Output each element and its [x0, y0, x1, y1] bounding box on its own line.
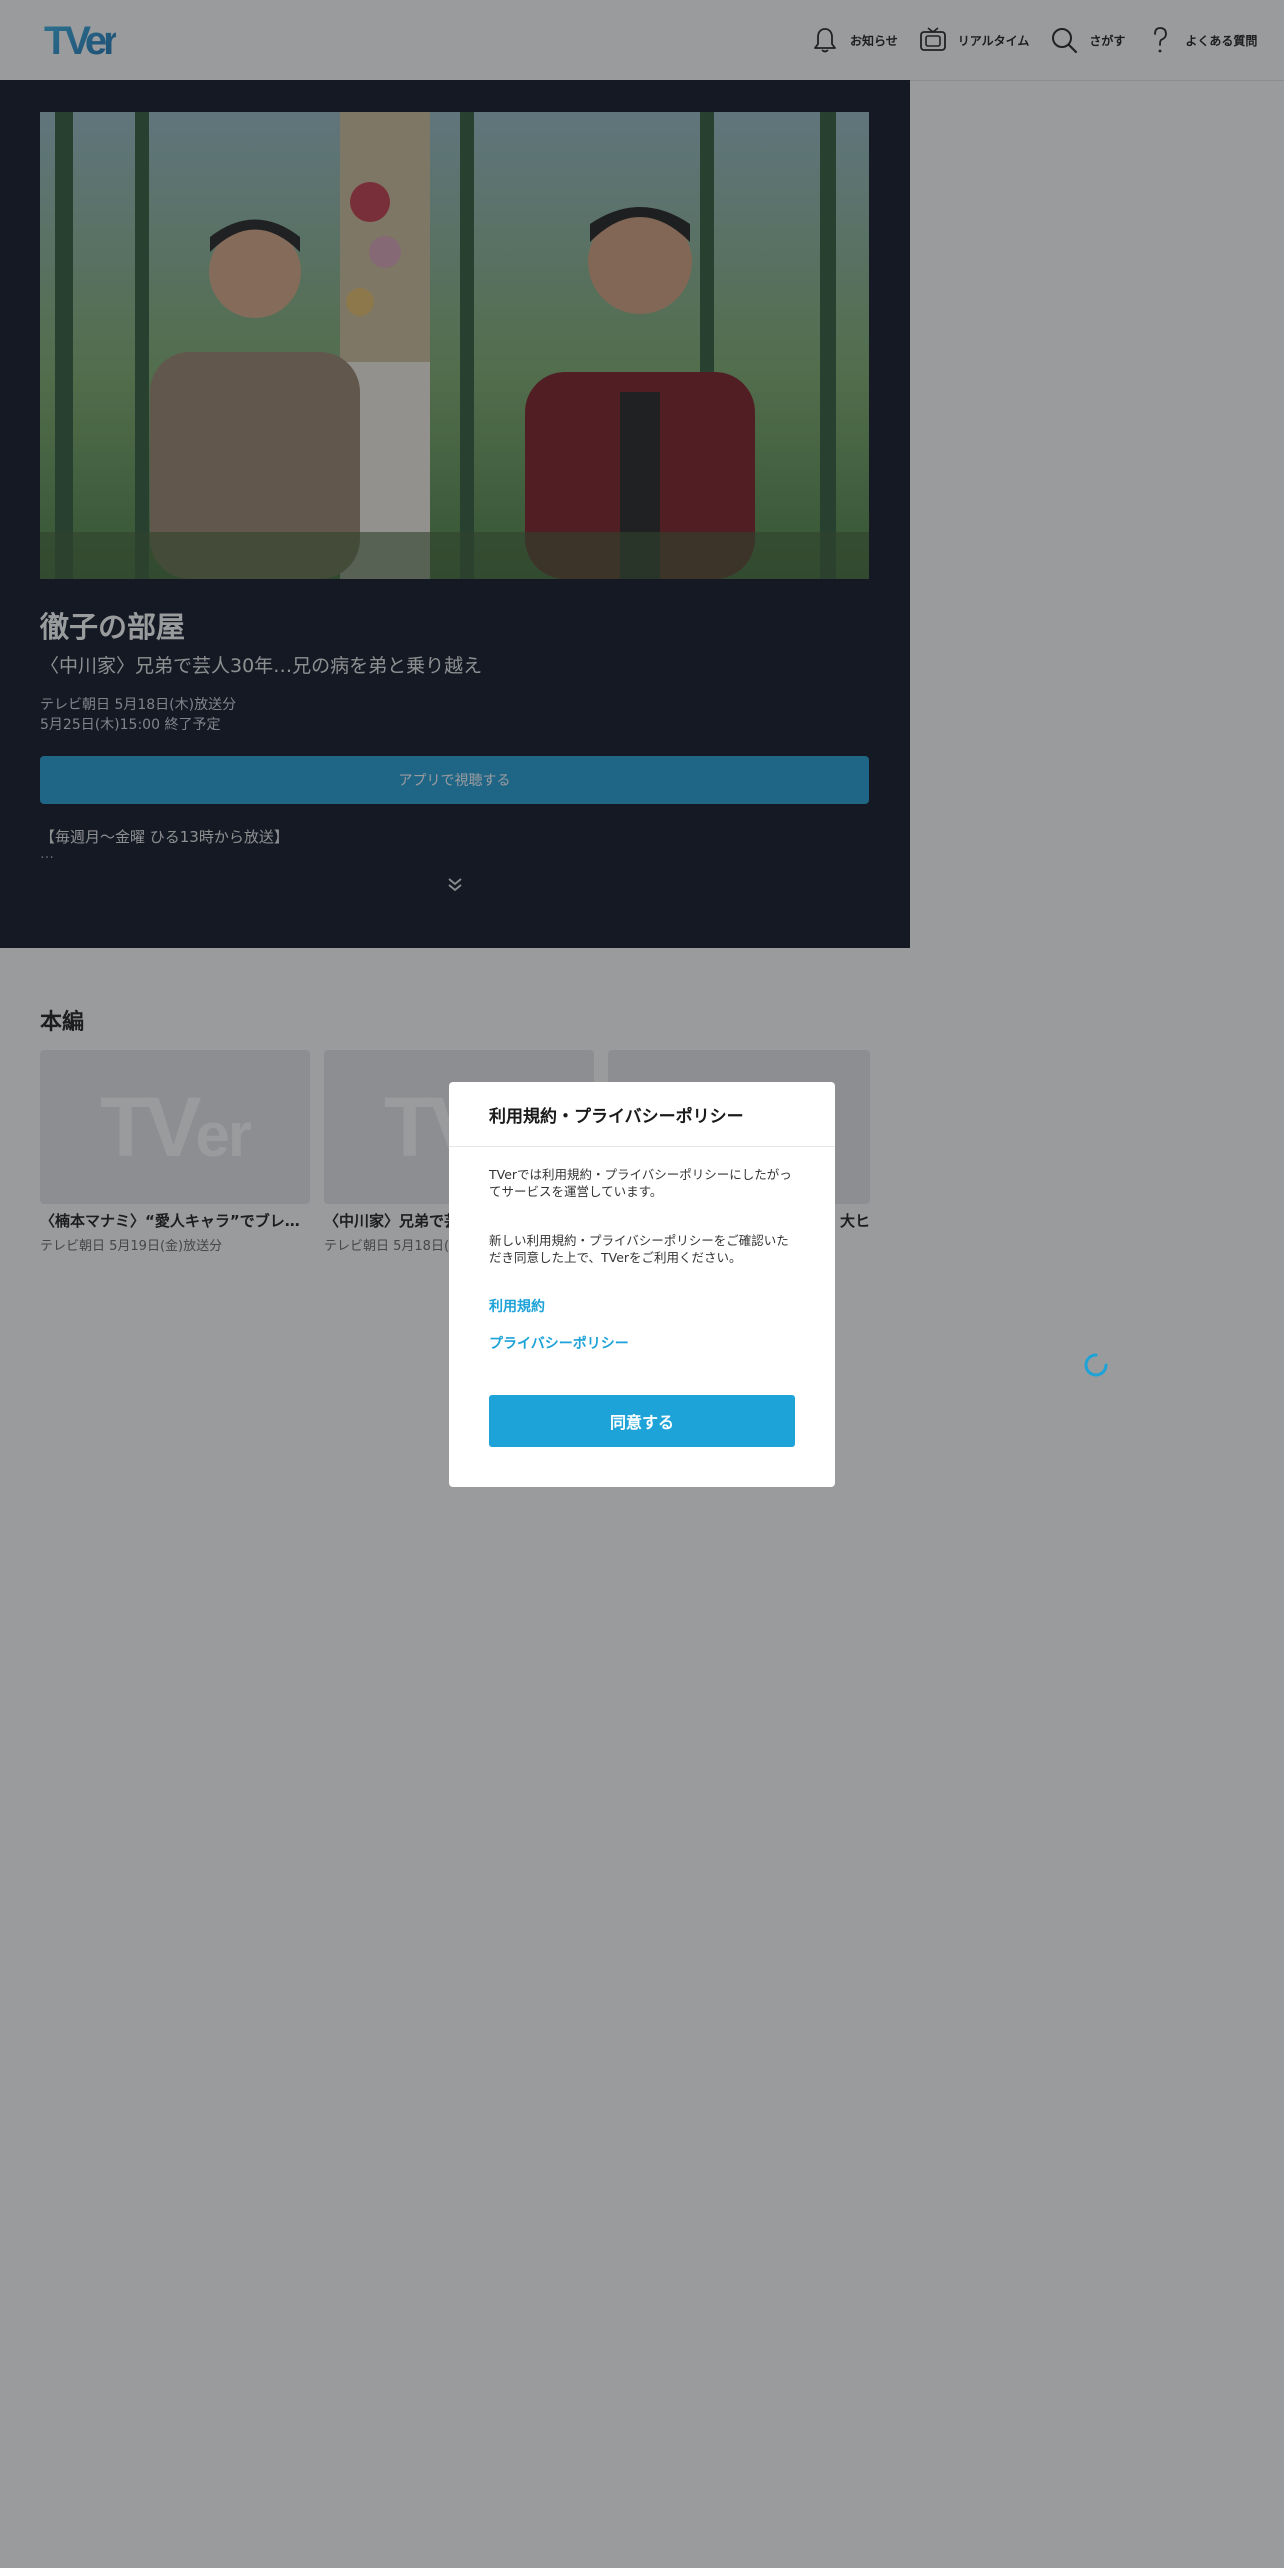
privacy-policy-link[interactable]: プライバシーポリシー	[489, 1333, 629, 1353]
loading-spinner-icon	[1084, 1353, 1108, 1377]
terms-modal: 利用規約・プライバシーポリシー TVerでは利用規約・プライバシーポリシーにした…	[449, 1082, 835, 1487]
agree-button[interactable]: 同意する	[489, 1395, 795, 1447]
terms-link[interactable]: 利用規約	[489, 1296, 545, 1316]
modal-paragraph-1: TVerでは利用規約・プライバシーポリシーにしたがってサービスを運営しています。	[489, 1167, 792, 1199]
modal-paragraph-2: 新しい利用規約・プライバシーポリシーをご確認いただき同意した上で、TVerをご利…	[489, 1233, 789, 1265]
modal-header: 利用規約・プライバシーポリシー	[449, 1082, 835, 1147]
modal-title: 利用規約・プライバシーポリシー	[489, 1106, 744, 1127]
